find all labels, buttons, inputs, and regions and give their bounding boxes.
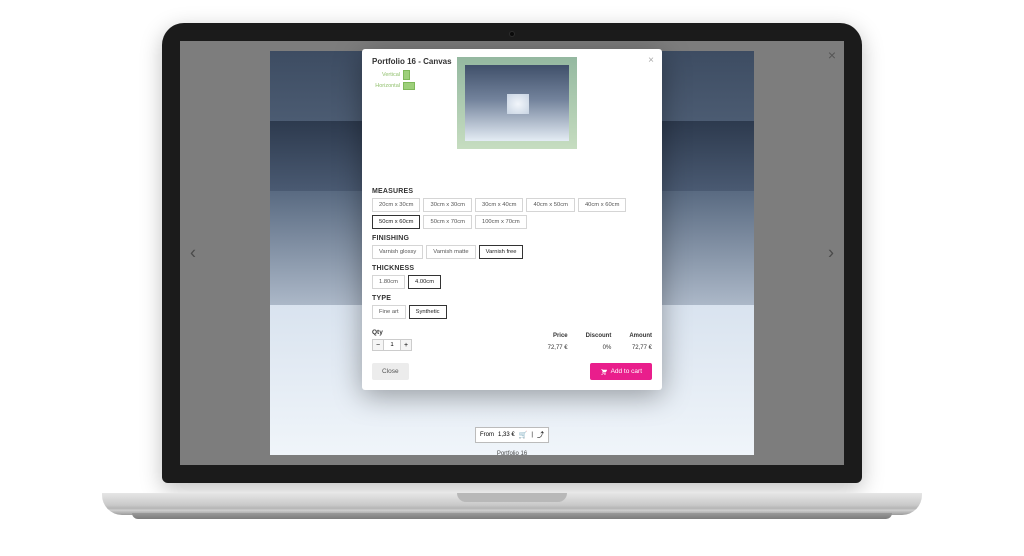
thickness-heading: THICKNESS <box>372 265 652 272</box>
caption-price: 1,33 € <box>498 432 515 438</box>
add-to-cart-label: Add to cart <box>611 368 642 375</box>
caption-divider: | <box>531 432 533 438</box>
discount-value: 0% <box>586 345 612 351</box>
product-modal: × Portfolio 16 - Canvas Vertical Horizon… <box>362 49 662 390</box>
add-to-cart-button[interactable]: Add to cart <box>590 363 652 380</box>
qty-decrement[interactable]: − <box>372 339 384 351</box>
quantity-stepper: − + <box>372 339 412 351</box>
amount-col: Amount 72,77 € <box>629 333 652 351</box>
amount-heading: Amount <box>629 333 652 339</box>
caption-prefix: From <box>480 432 494 438</box>
orientation-vertical-label: Vertical <box>372 72 400 78</box>
laptop-foot <box>132 513 892 519</box>
caption-bar: From 1,33 € 🛒 | ⤴ <box>475 427 549 443</box>
close-button[interactable]: Close <box>372 363 409 380</box>
option-button[interactable]: Fine art <box>372 305 406 319</box>
measures-heading: MEASURES <box>372 188 652 195</box>
measures-options: 20cm x 30cm30cm x 30cm30cm x 40cm40cm x … <box>372 198 652 229</box>
finishing-options: Varnish glossyVarnish matte Varnish free <box>372 245 652 259</box>
thickness-options: 1.80cm4.00cm <box>372 275 652 289</box>
price-heading: Price <box>548 333 568 339</box>
type-heading: TYPE <box>372 295 652 302</box>
laptop-notch <box>457 493 567 502</box>
option-button[interactable]: Varnish matte <box>426 245 475 259</box>
price-columns: Price 72,77 € Discount 0% Amount 72,77 € <box>548 333 652 351</box>
option-button[interactable]: 50cm x 70cm <box>423 215 471 229</box>
options-sections: MEASURES 20cm x 30cm30cm x 30cm 30cm x 40… <box>372 188 652 319</box>
option-button[interactable]: 4.00cm <box>408 275 441 289</box>
option-button[interactable]: 40cm x 60cm <box>578 198 626 212</box>
price-col: Price 72,77 € <box>548 333 568 351</box>
discount-col: Discount 0% <box>586 333 612 351</box>
option-button[interactable]: 20cm x 30cm <box>372 198 420 212</box>
qty-label: Qty <box>372 329 412 336</box>
option-button[interactable]: 30cm x 40cm <box>475 198 523 212</box>
cart-icon[interactable]: 🛒 <box>519 431 528 439</box>
modal-footer: Close Add to cart <box>372 363 652 380</box>
preview-image <box>465 65 569 141</box>
discount-heading: Discount <box>586 333 612 339</box>
qty-increment[interactable]: + <box>400 339 412 351</box>
option-button[interactable]: 100cm x 70cm <box>475 215 527 229</box>
horizontal-swatch-icon <box>403 82 415 90</box>
share-icon[interactable]: ⤴ <box>537 430 544 440</box>
screen: × ‹ › From 1,33 € 🛒 | ⤴ Portfolio 16 × P… <box>180 41 844 465</box>
laptop-base <box>102 493 922 515</box>
screen-bezel: × ‹ › From 1,33 € 🛒 | ⤴ Portfolio 16 × P… <box>162 23 862 483</box>
orientation-horizontal-label: Horizontal <box>372 83 400 89</box>
next-arrow-icon[interactable]: › <box>828 243 834 264</box>
qty-wrap: Qty − + <box>372 329 412 351</box>
option-button[interactable]: Synthetic <box>409 305 447 319</box>
preview-waterfall <box>507 94 530 114</box>
prev-arrow-icon[interactable]: ‹ <box>190 243 196 264</box>
close-icon[interactable]: × <box>648 55 654 66</box>
overlay-close-icon[interactable]: × <box>828 47 836 63</box>
type-options: Fine artSynthetic <box>372 305 652 319</box>
option-button[interactable]: 50cm x 60cm <box>372 215 420 229</box>
option-button[interactable]: Varnish free <box>479 245 524 259</box>
qty-input[interactable] <box>384 339 400 351</box>
amount-value: 72,77 € <box>629 345 652 351</box>
finishing-heading: FINISHING <box>372 235 652 242</box>
price-value: 72,77 € <box>548 345 568 351</box>
option-button[interactable]: Varnish glossy <box>372 245 423 259</box>
cart-icon <box>600 368 607 375</box>
webcam <box>509 31 515 37</box>
vertical-swatch-icon <box>403 70 410 80</box>
canvas-preview <box>457 57 577 149</box>
option-button[interactable]: 40cm x 50cm <box>526 198 574 212</box>
option-button[interactable]: 1.80cm <box>372 275 405 289</box>
laptop-mockup: × ‹ › From 1,33 € 🛒 | ⤴ Portfolio 16 × P… <box>102 23 922 533</box>
portfolio-label: Portfolio 16 <box>497 451 527 457</box>
price-row: Qty − + Price 72,77 € Discou <box>372 329 652 351</box>
option-button[interactable]: 30cm x 30cm <box>423 198 471 212</box>
